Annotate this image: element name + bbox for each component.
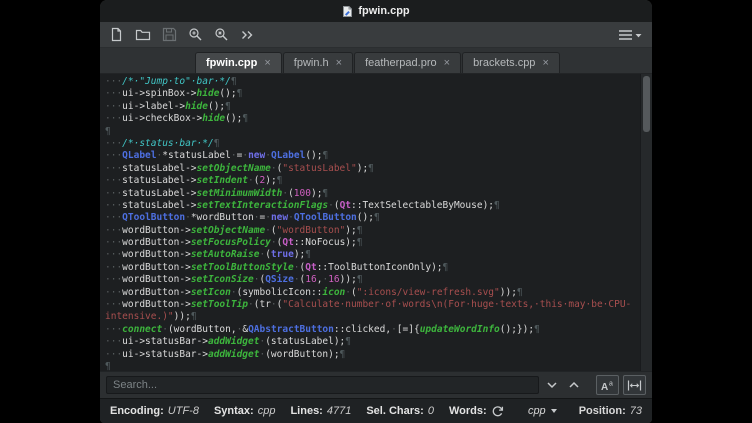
status-sel-chars: Sel. Chars: 0 bbox=[366, 405, 434, 417]
magnifier-plus-icon bbox=[188, 27, 203, 42]
save-icon bbox=[162, 27, 177, 42]
refresh-icon[interactable] bbox=[491, 405, 504, 418]
tab-close-icon[interactable]: × bbox=[444, 58, 450, 68]
code-line: ···statusLabel->setMinimumWidth·(100);¶ bbox=[105, 188, 640, 200]
code-line: ···statusLabel->setObjectName·("statusLa… bbox=[105, 163, 640, 175]
tab-label: fpwin.h bbox=[294, 57, 329, 69]
menu-button[interactable] bbox=[617, 28, 643, 42]
tab-close-icon[interactable]: × bbox=[264, 58, 270, 68]
code-line: ···ui->spinBox->hide();¶ bbox=[105, 88, 640, 100]
zoom-in-button[interactable] bbox=[188, 27, 203, 42]
status-words: Words: bbox=[449, 405, 504, 418]
toolbar bbox=[100, 22, 652, 48]
tab-close-icon[interactable]: × bbox=[336, 58, 342, 68]
title-bar[interactable]: fpwin.cpp bbox=[100, 0, 652, 22]
toolbar-buttons bbox=[109, 27, 254, 42]
status-label: Sel. Chars: bbox=[366, 405, 423, 417]
open-file-button[interactable] bbox=[135, 27, 151, 42]
find-next-button[interactable] bbox=[543, 376, 561, 394]
code-line: ···wordButton->setIconSize·(QSize·(16,·1… bbox=[105, 274, 640, 286]
search-buttons: Aa bbox=[543, 375, 646, 395]
status-value: 4771 bbox=[327, 405, 351, 417]
new-file-button[interactable] bbox=[109, 27, 124, 42]
code-line: ···ui->statusBar->addWidget·(statusLabel… bbox=[105, 336, 640, 348]
code-line: ···statusLabel->setIndent·(2);¶ bbox=[105, 175, 640, 187]
overflow-icon bbox=[240, 28, 254, 42]
status-label: Words: bbox=[449, 405, 487, 417]
status-value: UTF-8 bbox=[168, 405, 199, 417]
window-title: fpwin.cpp bbox=[358, 5, 409, 17]
tab-label: featherpad.pro bbox=[365, 57, 437, 69]
status-lines: Lines: 4771 bbox=[290, 405, 351, 417]
editor[interactable]: ···/*·"Jump·to"·bar·*/¶···ui->spinBox->h… bbox=[100, 74, 652, 371]
code-line: ···wordButton->setObjectName·("wordButto… bbox=[105, 225, 640, 237]
tab-label: fpwin.cpp bbox=[206, 57, 257, 69]
status-syntax: Syntax: cpp bbox=[214, 405, 276, 417]
search-bar: Aa bbox=[100, 371, 652, 398]
code-line: ···/*·status·bar·*/¶ bbox=[105, 138, 640, 150]
syntax-combo[interactable]: cpp bbox=[522, 403, 563, 419]
code-line: ···wordButton->setToolButtonStyle·(Qt::T… bbox=[105, 262, 640, 274]
code-line: ···wordButton->setAutoRaise·(true);¶ bbox=[105, 249, 640, 261]
chevron-down-icon bbox=[545, 378, 559, 392]
status-value: 0 bbox=[428, 405, 434, 417]
status-value: cpp bbox=[258, 405, 276, 417]
whole-word-icon bbox=[627, 379, 642, 392]
status-encoding: Encoding: UTF-8 bbox=[110, 405, 199, 417]
whole-word-button[interactable] bbox=[623, 375, 646, 395]
tab-close-icon[interactable]: × bbox=[542, 58, 548, 68]
code-line: ···wordButton->setFocusPolicy·(Qt::NoFoc… bbox=[105, 237, 640, 249]
code-line: ···/*·"Jump·to"·bar·*/¶ bbox=[105, 76, 640, 88]
open-file-icon bbox=[135, 27, 151, 42]
status-label: Syntax: bbox=[214, 405, 254, 417]
code-line: ···ui->statusBar->addWidget·(wordButton)… bbox=[105, 349, 640, 361]
find-previous-button[interactable] bbox=[565, 376, 583, 394]
tab-bar: fpwin.cpp×fpwin.h×featherpad.pro×bracket… bbox=[100, 48, 652, 74]
code-area[interactable]: ···/*·"Jump·to"·bar·*/¶···ui->spinBox->h… bbox=[100, 74, 640, 371]
status-items: Encoding: UTF-8 Syntax: cpp Lines: 4771 Sel. C… bbox=[110, 405, 519, 418]
code-line: ¶ bbox=[105, 126, 640, 138]
tab-label: brackets.cpp bbox=[473, 57, 535, 69]
desktop: { "window": { "title": "fpwin.cpp" }, "p… bbox=[0, 0, 752, 423]
tab-featherpad-pro[interactable]: featherpad.pro × bbox=[354, 52, 461, 73]
new-file-icon bbox=[109, 27, 124, 42]
save-button[interactable] bbox=[162, 27, 177, 42]
tab-fpwin-cpp[interactable]: fpwin.cpp × bbox=[195, 52, 282, 73]
code-line: ···wordButton->setToolTip·(tr·("Calculat… bbox=[105, 299, 640, 311]
code-line: intensive.)"));¶ bbox=[105, 311, 640, 323]
cursor-position: Position: 73 bbox=[579, 405, 642, 417]
match-case-icon: Aa bbox=[600, 379, 615, 392]
code-line: ···wordButton->setIcon·(symbolicIcon::ic… bbox=[105, 287, 640, 299]
document-icon bbox=[342, 5, 353, 18]
vertical-scrollbar[interactable] bbox=[640, 74, 652, 371]
code-line: ···ui->checkBox->hide();¶ bbox=[105, 113, 640, 125]
status-label: Encoding: bbox=[110, 405, 164, 417]
tab-fpwin-h[interactable]: fpwin.h × bbox=[283, 52, 353, 73]
search-input[interactable] bbox=[106, 376, 539, 394]
tab-brackets-cpp[interactable]: brackets.cpp × bbox=[462, 52, 560, 73]
code-line: ¶ bbox=[105, 361, 640, 371]
code-line: ···QToolButton·*wordButton·=·new·QToolBu… bbox=[105, 212, 640, 224]
match-case-button[interactable]: Aa bbox=[596, 375, 619, 395]
position-value: 73 bbox=[630, 405, 642, 417]
magnifier-x-icon bbox=[214, 27, 229, 42]
svg-text:a: a bbox=[609, 380, 613, 387]
code-line: ···statusLabel->setTextInteractionFlags·… bbox=[105, 200, 640, 212]
syntax-combo-value: cpp bbox=[528, 405, 546, 417]
code-line: ···connect·(wordButton,·&QAbstractButton… bbox=[105, 324, 640, 336]
svg-text:A: A bbox=[601, 382, 608, 392]
chevron-up-icon bbox=[567, 378, 581, 392]
code-line: ···QLabel·*statusLabel·=·new·QLabel();¶ bbox=[105, 150, 640, 162]
status-bar: Encoding: UTF-8 Syntax: cpp Lines: 4771 Sel. C… bbox=[100, 398, 652, 423]
position-label: Position: bbox=[579, 405, 626, 417]
scrollbar-thumb[interactable] bbox=[643, 76, 650, 132]
toolbar-overflow-button[interactable] bbox=[240, 28, 254, 42]
featherpad-window: fpwin.cpp fpwin.cpp×fpwin.h×featherpad.p… bbox=[100, 0, 652, 423]
code-line: ···ui->label->hide();¶ bbox=[105, 101, 640, 113]
status-label: Lines: bbox=[290, 405, 322, 417]
chevron-down-icon bbox=[551, 409, 557, 413]
zoom-reset-button[interactable] bbox=[214, 27, 229, 42]
